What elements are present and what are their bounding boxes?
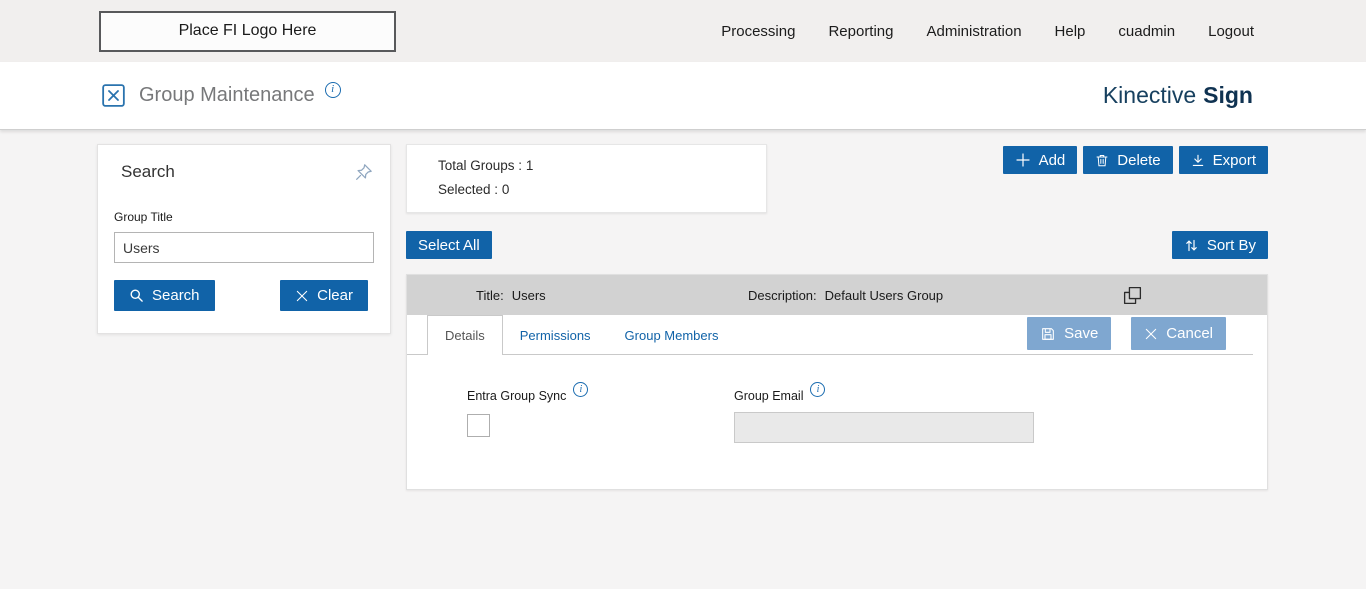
clear-button-label: Clear	[317, 287, 353, 304]
add-button[interactable]: Add	[1002, 146, 1078, 174]
content-area: Total Groups : 1 Selected : 0 Add Delete…	[406, 144, 1268, 490]
group-actions: Add Delete Export	[1002, 146, 1268, 174]
cancel-x-icon	[1144, 327, 1158, 341]
total-groups-line: Total Groups : 1	[438, 154, 746, 178]
clear-button[interactable]: Clear	[280, 280, 368, 311]
export-button-label: Export	[1212, 151, 1256, 169]
fi-logo-placeholder: Place FI Logo Here	[99, 10, 396, 52]
page-header: Group Maintenance i Kinective Sign	[0, 62, 1366, 130]
group-description-field-label: Description:	[748, 287, 817, 303]
search-button-label: Search	[152, 287, 200, 304]
group-list: Title: Users Description: Default Users Gr…	[406, 274, 1268, 490]
total-groups-value: 1	[525, 158, 534, 173]
nav-logout[interactable]: Logout	[1208, 23, 1254, 40]
details-form: Entra Group Sync i Group Email i	[407, 355, 1267, 489]
group-title-label: Group Title	[114, 210, 173, 224]
top-header: Place FI Logo Here Processing Reporting …	[0, 0, 1366, 62]
search-actions: Search Clear	[114, 280, 374, 311]
search-icon	[129, 288, 144, 303]
detail-actions: Save Cancel	[1027, 317, 1226, 350]
nav-help[interactable]: Help	[1055, 23, 1086, 40]
nav-reporting[interactable]: Reporting	[828, 23, 893, 40]
select-all-button-label: Select All	[418, 236, 480, 254]
nav-user-cuadmin[interactable]: cuadmin	[1118, 23, 1175, 40]
entra-group-sync-field: Entra Group Sync i	[467, 382, 734, 443]
page-title-info-icon[interactable]: i	[324, 81, 341, 98]
tab-details[interactable]: Details	[427, 315, 503, 355]
group-email-info-icon[interactable]: i	[810, 382, 826, 397]
group-row-title: Title: Users	[476, 288, 546, 303]
group-email-label: Group Email	[734, 389, 804, 403]
save-floppy-icon	[1040, 326, 1056, 342]
search-panel: Search Group Title Search	[97, 144, 391, 334]
detail-tabbar: Details Permissions Group Members Save C…	[407, 315, 1267, 355]
pin-icon[interactable]	[353, 162, 374, 183]
save-button-label: Save	[1064, 325, 1099, 342]
search-panel-header: Search	[114, 162, 374, 183]
sort-by-button-label: Sort By	[1206, 236, 1256, 254]
trash-icon	[1095, 153, 1109, 168]
entra-group-sync-info-icon[interactable]: i	[573, 382, 589, 397]
list-controls-row: Select All Sort By	[406, 231, 1268, 259]
total-groups-label: Total Groups :	[438, 158, 523, 173]
group-email-field: Group Email i	[734, 382, 1034, 443]
fi-logo-text: Place FI Logo Here	[178, 22, 317, 39]
entra-group-sync-label: Entra Group Sync	[467, 389, 567, 403]
plus-icon	[1015, 152, 1031, 168]
brand-second: Sign	[1203, 82, 1253, 108]
sort-by-button[interactable]: Sort By	[1171, 231, 1268, 259]
group-title-input[interactable]	[114, 232, 374, 263]
add-button-label: Add	[1038, 151, 1066, 169]
group-title-field-value: Users	[511, 287, 546, 303]
selected-value: 0	[501, 182, 510, 197]
search-button[interactable]: Search	[114, 280, 215, 311]
entra-group-sync-checkbox[interactable]	[467, 414, 490, 437]
delete-button-label: Delete	[1117, 151, 1161, 169]
brand-first: Kinective	[1102, 82, 1197, 108]
group-description-field-value: Default Users Group	[824, 287, 944, 303]
group-detail-panel: Details Permissions Group Members Save C…	[407, 315, 1267, 489]
delete-button[interactable]: Delete	[1083, 146, 1173, 174]
totals-card: Total Groups : 1 Selected : 0	[406, 144, 767, 213]
sort-icon	[1184, 238, 1199, 253]
download-icon	[1191, 153, 1205, 168]
search-panel-title: Search	[121, 162, 175, 181]
top-nav: Processing Reporting Administration Help…	[721, 23, 1254, 40]
group-email-input[interactable]	[734, 412, 1034, 443]
page-title: Group Maintenance	[139, 84, 315, 106]
selected-label: Selected :	[438, 182, 499, 197]
group-maintenance-icon	[100, 82, 127, 109]
nav-processing[interactable]: Processing	[721, 23, 795, 40]
group-email-label-row: Group Email i	[734, 382, 1034, 403]
selected-line: Selected : 0	[438, 178, 746, 202]
group-row[interactable]: Title: Users Description: Default Users Gr…	[407, 275, 1267, 315]
clear-x-icon	[295, 289, 309, 303]
select-all-button[interactable]: Select All	[406, 231, 492, 259]
tab-group-members[interactable]: Group Members	[608, 315, 736, 355]
nav-administration[interactable]: Administration	[927, 23, 1022, 40]
group-row-description: Description: Default Users Group	[748, 288, 943, 303]
group-title-field-label: Title:	[476, 287, 504, 303]
export-button[interactable]: Export	[1178, 146, 1268, 174]
main-content: Search Group Title Search	[0, 130, 1366, 589]
cancel-button[interactable]: Cancel	[1131, 317, 1226, 350]
save-button[interactable]: Save	[1027, 317, 1112, 350]
brand-logo: Kinective Sign	[1103, 82, 1253, 109]
entra-group-sync-label-row: Entra Group Sync i	[467, 382, 734, 403]
summary-row: Total Groups : 1 Selected : 0 Add Delete…	[406, 144, 1268, 213]
cancel-button-label: Cancel	[1166, 325, 1213, 342]
tab-permissions[interactable]: Permissions	[503, 315, 608, 355]
copy-icon[interactable]	[1122, 285, 1143, 306]
